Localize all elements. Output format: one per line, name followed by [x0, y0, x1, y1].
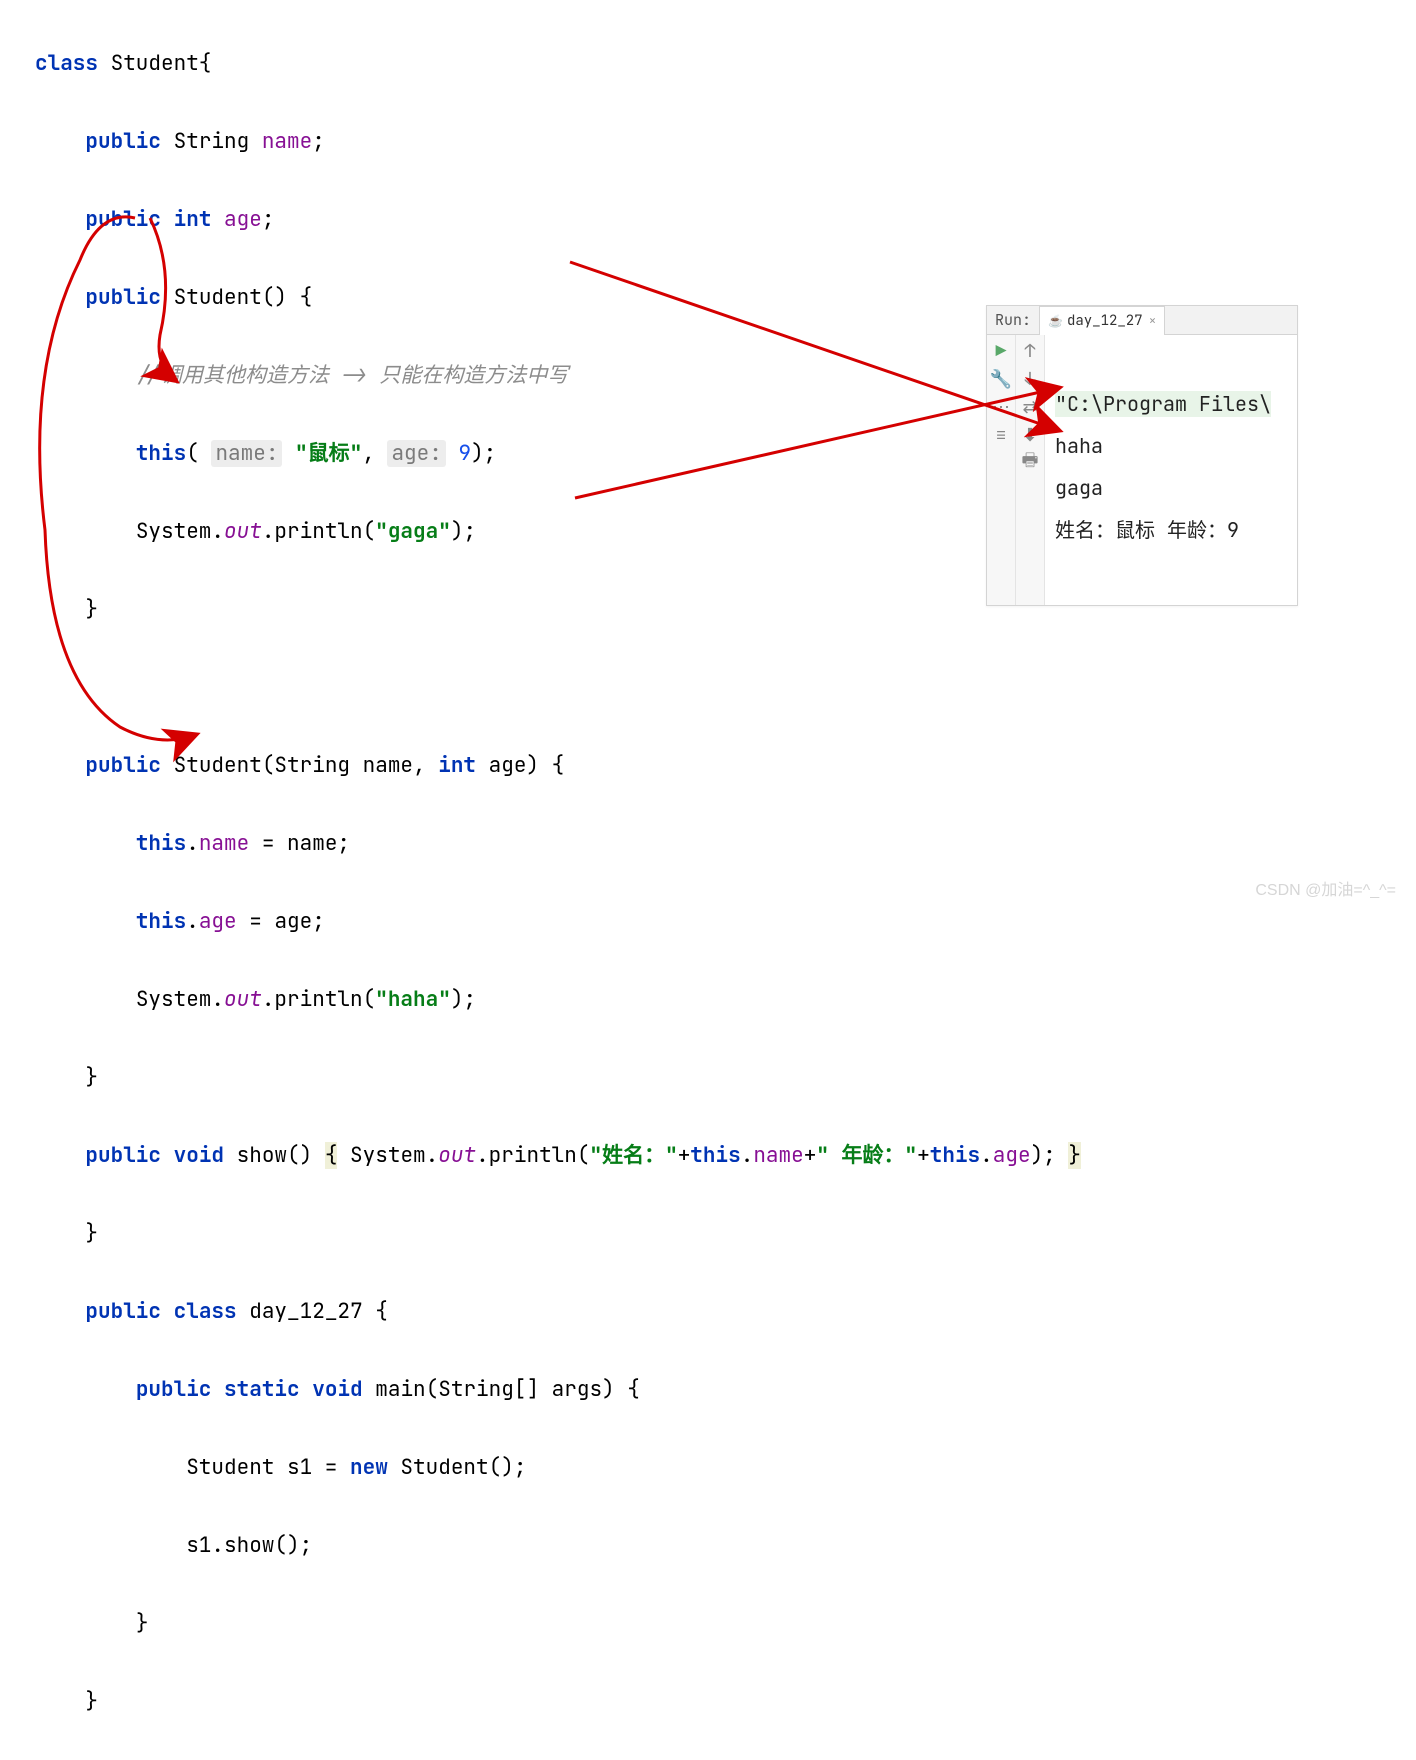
wrap-icon[interactable]: ⇄	[1020, 397, 1040, 417]
code-line: //调用其他构造方法 -> 只能在构造方法中写	[35, 356, 1081, 395]
code-line: System.out.println("gaga");	[35, 512, 1081, 551]
watermark: CSDN @加油=^_^=	[1255, 876, 1396, 900]
code-line: }	[35, 1682, 1081, 1721]
code-line: Student s1 = new Student();	[35, 1448, 1081, 1487]
code-line: class Student{	[35, 44, 1081, 83]
code-line: public void show() { System.out.println(…	[35, 1136, 1081, 1175]
code-line: public Student(String name, int age) {	[35, 746, 1081, 785]
run-label: Run:	[995, 310, 1031, 330]
close-icon[interactable]: ×	[1149, 312, 1157, 329]
code-line: public String name;	[35, 122, 1081, 161]
code-line: this( name: "鼠标", age: 9);	[35, 434, 1081, 473]
run-toolbar-left: ▶ 🔧 ⋯ ≡	[987, 335, 1016, 605]
code-line: public static void main(String[] args) {	[35, 1370, 1081, 1409]
settings-icon[interactable]: 🔧	[991, 369, 1011, 389]
run-panel: Run: ☕ day_12_27 × ▶ 🔧 ⋯ ≡ ↑ ↓ ⇄ ⬇ 🖶 "C:…	[986, 305, 1298, 606]
code-line: public class day_12_27 {	[35, 1292, 1081, 1331]
code-line: }	[35, 590, 1081, 629]
code-line: this.name = name;	[35, 824, 1081, 863]
scroll-icon[interactable]: ⬇	[1020, 425, 1040, 445]
output-cmdline: "C:\Program Files\	[1055, 391, 1271, 417]
code-editor[interactable]: class Student{ public String name; publi…	[35, 5, 1081, 1760]
code-line: }	[35, 1058, 1081, 1097]
run-header: Run: ☕ day_12_27 ×	[987, 306, 1297, 335]
run-button[interactable]: ▶	[991, 341, 1011, 361]
java-icon: ☕	[1048, 313, 1063, 329]
code-line: public Student() {	[35, 278, 1081, 317]
run-toolbar-right: ↑ ↓ ⇄ ⬇ 🖶	[1016, 335, 1045, 605]
print-icon[interactable]: 🖶	[1020, 453, 1040, 473]
code-line: System.out.println("haha");	[35, 980, 1081, 1019]
up-arrow-icon[interactable]: ↑	[1020, 341, 1040, 361]
output-line: gaga	[1055, 475, 1103, 501]
run-tab[interactable]: ☕ day_12_27 ×	[1039, 306, 1165, 335]
code-line: s1.show();	[35, 1526, 1081, 1565]
code-line: }	[35, 1214, 1081, 1253]
code-line: public int age;	[35, 200, 1081, 239]
code-line: }	[35, 1604, 1081, 1643]
down-arrow-icon[interactable]: ↓	[1020, 369, 1040, 389]
output-line: 姓名：鼠标 年龄：9	[1055, 517, 1239, 543]
run-output[interactable]: "C:\Program Files\ haha gaga 姓名：鼠标 年龄：9	[1045, 335, 1297, 605]
run-tab-label: day_12_27	[1067, 312, 1143, 330]
output-line: haha	[1055, 433, 1103, 459]
more-icon[interactable]: ⋯	[991, 397, 1011, 417]
code-line	[35, 668, 1081, 707]
layout-icon[interactable]: ≡	[991, 425, 1011, 445]
